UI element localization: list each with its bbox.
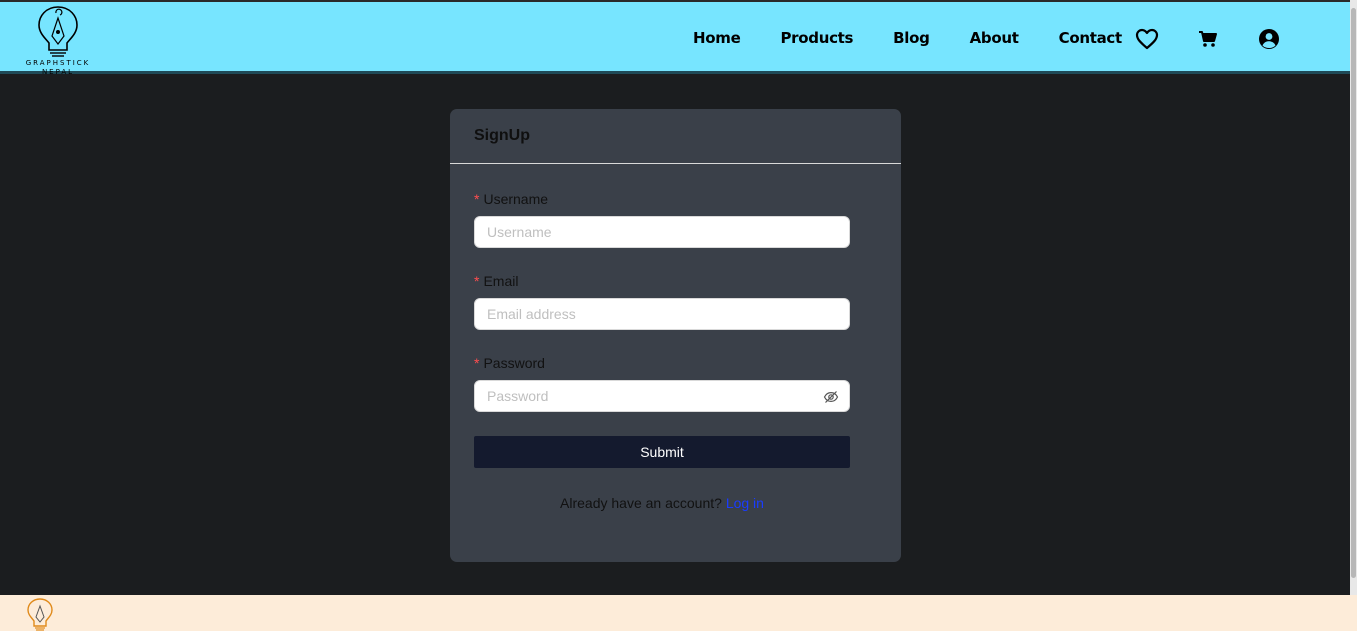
email-label-text: Email (483, 273, 519, 289)
username-input-wrap (474, 216, 850, 248)
required-marker: * (474, 273, 480, 289)
email-input[interactable] (475, 299, 849, 329)
main-nav: Home Products Blog About Contact (693, 2, 1122, 74)
email-input-wrap (474, 298, 850, 330)
login-link[interactable]: Log in (726, 495, 764, 511)
lightbulb-logo-icon (27, 598, 53, 631)
signup-card-header: SignUp (450, 109, 901, 164)
brand-logo[interactable]: GRAPHSTICK NEPAL (22, 4, 94, 76)
eye-invisible-icon[interactable] (823, 389, 839, 405)
password-input[interactable] (475, 381, 849, 411)
scrollbar-thumb[interactable] (1351, 8, 1356, 578)
footer-logo[interactable] (26, 597, 54, 631)
nav-blog[interactable]: Blog (893, 29, 930, 47)
signup-title: SignUp (474, 127, 530, 144)
required-marker: * (474, 355, 480, 371)
lightbulb-logo-icon (38, 6, 78, 57)
password-field-group: * Password (474, 354, 877, 412)
login-prompt: Already have an account? Log in (474, 495, 850, 511)
signup-card: SignUp *Username *Email *Password Submit (450, 109, 901, 562)
nav-contact[interactable]: Contact (1059, 29, 1123, 47)
user-account-icon[interactable] (1256, 26, 1282, 52)
email-field-group: * Email (474, 272, 877, 330)
submit-button[interactable]: Submit (474, 436, 850, 468)
footer (0, 595, 1357, 631)
cart-icon[interactable] (1195, 26, 1221, 52)
username-label: * Username (474, 190, 877, 212)
password-label: * Password (474, 354, 877, 376)
username-input[interactable] (475, 217, 849, 247)
required-marker: * (474, 191, 480, 207)
logo-text-line1: GRAPHSTICK (25, 59, 91, 67)
logo-text-line2: NEPAL (41, 68, 75, 76)
heart-icon[interactable] (1134, 26, 1160, 52)
nav-about[interactable]: About (970, 29, 1019, 47)
password-input-wrap (474, 380, 850, 412)
email-label: * Email (474, 272, 877, 294)
login-prompt-text: Already have an account? (560, 495, 722, 511)
password-label-text: Password (483, 355, 545, 371)
nav-home[interactable]: Home (693, 29, 741, 47)
scrollbar[interactable] (1350, 0, 1357, 595)
username-label-text: Username (483, 191, 549, 207)
username-field-group: * Username (474, 190, 877, 248)
navbar: GRAPHSTICK NEPAL Home Products Blog Abou… (0, 2, 1350, 76)
nav-products[interactable]: Products (780, 29, 853, 47)
signup-form: *Username *Email *Password Submit Alread… (450, 164, 901, 511)
